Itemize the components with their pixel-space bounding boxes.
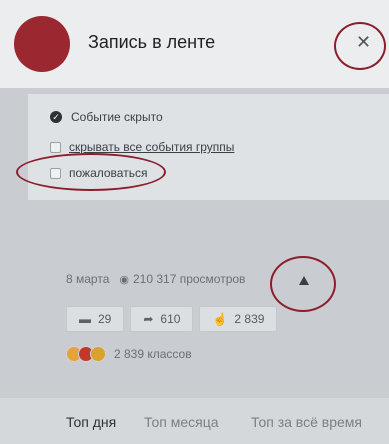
reaction-laugh-icon	[90, 346, 106, 362]
share-arrow-icon: ➦	[143, 312, 154, 326]
hide-all-checkbox[interactable]	[50, 141, 61, 153]
views-count: 210 317 просмотров	[133, 272, 246, 286]
event-hidden-row: ✓ Событие скрыто	[50, 110, 163, 124]
post-actions: ▬ 29 ➦ 610 ☝ 2 839	[66, 306, 278, 332]
tab-top-all-time[interactable]: Топ за всё время	[251, 414, 362, 430]
comment-icon: ▬	[79, 312, 91, 326]
annotation-circle-warning	[270, 256, 336, 312]
check-icon: ✓	[50, 111, 62, 123]
hide-all-label[interactable]: скрывать все события группы	[69, 140, 234, 154]
thumbs-up-icon: ☝	[212, 312, 228, 326]
likes-count: 2 839	[234, 312, 265, 326]
post-header: Запись в ленте ✕	[0, 0, 389, 88]
avatar[interactable]	[14, 16, 70, 72]
tab-top-day[interactable]: Топ дня	[66, 414, 116, 430]
post-meta: 8 марта ◉ 210 317 просмотров	[66, 272, 245, 286]
reactions-summary[interactable]: 2 839 классов	[66, 346, 192, 362]
like-button[interactable]: ☝ 2 839	[199, 306, 278, 332]
eye-icon: ◉	[119, 273, 129, 286]
shares-count: 610	[160, 312, 181, 326]
annotation-circle-report	[16, 153, 166, 191]
event-hidden-label: Событие скрыто	[71, 110, 163, 124]
comments-count: 29	[98, 312, 112, 326]
post-date: 8 марта	[66, 272, 110, 286]
page-title: Запись в ленте	[88, 32, 216, 52]
top-tabs: Топ дня Топ месяца Топ за всё время	[0, 398, 389, 444]
share-button[interactable]: ➦ 610	[130, 306, 194, 332]
comments-button[interactable]: ▬ 29	[66, 306, 125, 332]
annotation-circle-close	[334, 22, 386, 70]
tab-top-month[interactable]: Топ месяца	[144, 414, 219, 430]
hide-all-option[interactable]: скрывать все события группы	[50, 140, 234, 154]
reactions-count: 2 839 классов	[114, 347, 192, 361]
